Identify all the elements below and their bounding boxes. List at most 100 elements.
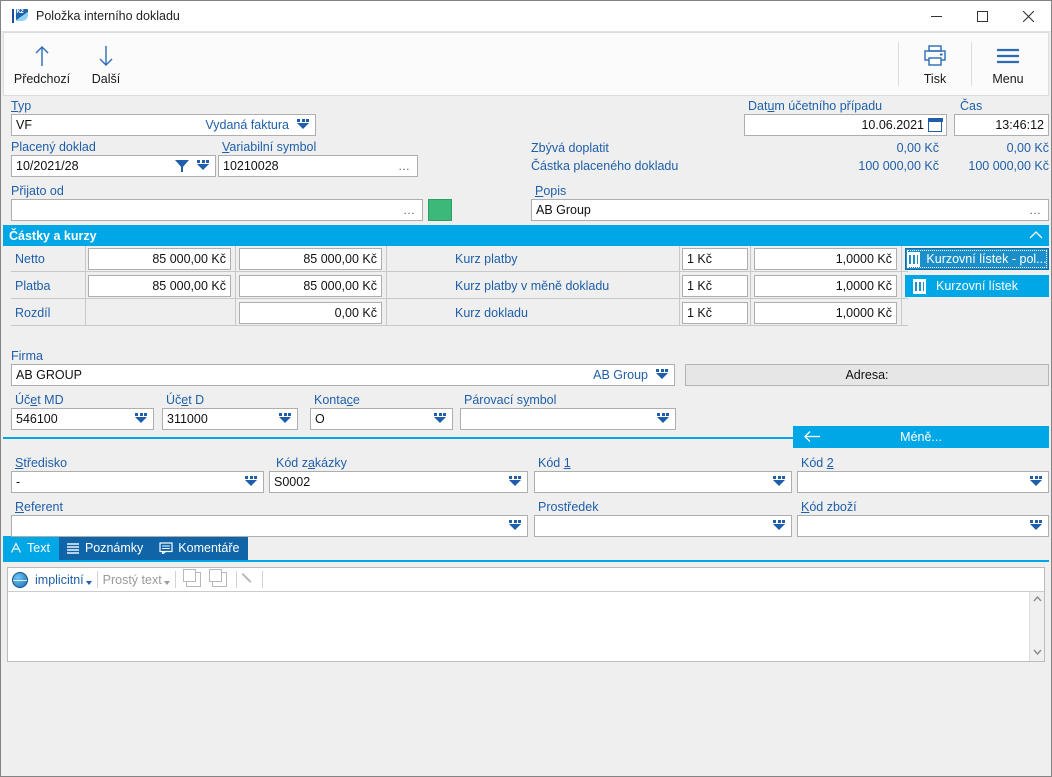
editor-scrollbar[interactable] [1029,592,1044,661]
datum-value: 10.06.2021 [749,118,924,132]
status-indicator[interactable] [428,199,452,221]
previous-button[interactable]: Předchozí [10,33,74,95]
popis-field[interactable]: AB Group … [531,199,1049,221]
prijato-od-field[interactable]: … [11,199,423,221]
scroll-up-icon[interactable] [1033,592,1042,608]
copy-add-icon[interactable] [212,572,227,587]
filter-icon[interactable] [175,159,189,173]
close-button[interactable] [1005,1,1051,32]
netto-value-2: 85 000,00 Kč [244,252,377,266]
placeny-doklad-label: Placený doklad [11,140,96,155]
amounts-section-header[interactable]: Částky a kurzy [3,225,1049,246]
referent-field[interactable] [11,515,528,537]
placeny-doklad-value: 10/2021/28 [16,159,175,173]
grid-divider [11,271,908,272]
bottom-filler [3,662,1049,774]
k2-logo-icon: K2 [1,1,31,32]
chevron-up-icon[interactable] [1029,228,1043,243]
copy-icon[interactable] [186,572,201,587]
chart-doc-icon [907,252,920,267]
editor-area [8,592,1044,661]
chevron-down-icon[interactable] [1028,474,1044,490]
netto-field-1[interactable]: 85 000,00 Kč [88,248,231,270]
scroll-down-icon[interactable] [1033,645,1042,661]
kurz-platby-mena-currency[interactable]: 1 Kč [682,275,748,297]
stredisko-field[interactable]: - [11,471,264,493]
typ-code: VF [16,118,205,132]
maximize-button[interactable] [959,1,1005,32]
stredisko-label: Středisko [15,456,67,471]
rozdil-field-2[interactable]: 0,00 Kč [239,302,382,324]
chevron-down-icon[interactable] [1028,518,1044,534]
prostredek-field[interactable] [534,515,792,537]
kurz-dokladu-currency[interactable]: 1 Kč [682,302,748,324]
kontace-field[interactable]: O [310,408,453,430]
chevron-down-icon[interactable] [654,367,670,383]
menu-button[interactable]: Menu [976,33,1040,95]
platba-field-2[interactable]: 85 000,00 Kč [239,275,382,297]
toolbar-divider-2 [971,42,972,86]
chevron-down-icon[interactable] [771,474,787,490]
grid-divider [11,325,908,326]
chevron-down-icon[interactable] [655,411,671,427]
chevron-down-icon[interactable] [277,411,293,427]
chevron-down-icon[interactable] [133,411,149,427]
cas-field[interactable]: 13:46:12 [954,114,1049,136]
kod-zbozi-field[interactable] [797,515,1049,537]
firma-field[interactable]: AB GROUP AB Group [11,364,675,386]
mene-button[interactable]: Méně... [793,426,1049,448]
typ-field[interactable]: VF Vydaná faktura [11,114,316,136]
chevron-down-icon[interactable] [164,581,170,585]
letter-a-icon [10,542,22,554]
editor-textarea[interactable] [8,592,1029,661]
chevron-down-icon[interactable] [432,411,448,427]
tab-text[interactable]: Text [3,536,59,560]
netto-field-2[interactable]: 85 000,00 Kč [239,248,382,270]
parovaci-symbol-field[interactable] [460,408,676,430]
kurz-dokladu-rate[interactable]: 1,0000 Kč [754,302,897,324]
editor-language[interactable]: implicitní [35,573,84,587]
editor-format[interactable]: Prostý text [103,573,162,587]
kurz-platby-label: Kurz platby [455,252,518,267]
pencil-icon[interactable] [242,572,257,587]
tab-komentare[interactable]: Komentáře [152,536,248,560]
datum-field[interactable]: 10.06.2021 [744,114,947,136]
ellipsis-icon[interactable]: … [396,159,413,173]
calendar-icon[interactable] [928,118,942,132]
ucet-d-field[interactable]: 311000 [162,408,298,430]
chevron-down-icon[interactable] [195,158,211,174]
kod1-field[interactable] [534,471,792,493]
kurz-platby-mena-rate[interactable]: 1,0000 Kč [754,275,897,297]
header-fields: TTypyp VF Vydaná faktura Placený doklad … [3,96,1049,225]
kurzovni-listek-polozka-label: Kurzovní lístek - pol... [926,252,1046,266]
comment-icon [159,542,173,554]
ellipsis-icon[interactable]: … [1027,203,1044,217]
kurzovni-listek-button[interactable]: Kurzovní lístek [905,275,1049,297]
placeny-doklad-field[interactable]: 10/2021/28 [11,155,216,177]
kurz-platby-currency-value: 1 Kč [687,252,743,266]
firma-section: Firma AB GROUP AB Group Adresa: Účet MD … [3,346,1049,441]
kurzovni-listek-polozka-button[interactable]: Kurzovní lístek - pol... [905,248,1049,270]
chevron-down-icon[interactable] [243,474,259,490]
kod-zakazky-field[interactable]: S0002 [269,471,528,493]
tab-poznamky[interactable]: Poznámky [59,536,152,560]
tab-underline [3,560,1049,562]
platba-field-1[interactable]: 85 000,00 Kč [88,275,231,297]
chevron-down-icon[interactable] [295,117,311,133]
next-button[interactable]: Další [74,33,138,95]
chevron-down-icon[interactable] [507,474,523,490]
minimize-button[interactable] [913,1,959,32]
print-button[interactable]: Tisk [903,33,967,95]
chevron-down-icon[interactable] [771,518,787,534]
chevron-down-icon[interactable] [507,518,523,534]
kurz-platby-currency[interactable]: 1 Kč [682,248,748,270]
ucet-md-field[interactable]: 546100 [11,408,154,430]
kurz-platby-rate[interactable]: 1,0000 Kč [754,248,897,270]
variabilni-symbol-field[interactable]: 10210028 … [218,155,418,177]
parovaci-symbol-label: Párovací symbol [464,393,556,408]
ellipsis-icon[interactable]: … [401,203,418,217]
chevron-down-icon[interactable] [86,581,92,585]
grid-divider [85,246,86,325]
globe-icon[interactable] [12,572,28,588]
kod2-field[interactable] [797,471,1049,493]
